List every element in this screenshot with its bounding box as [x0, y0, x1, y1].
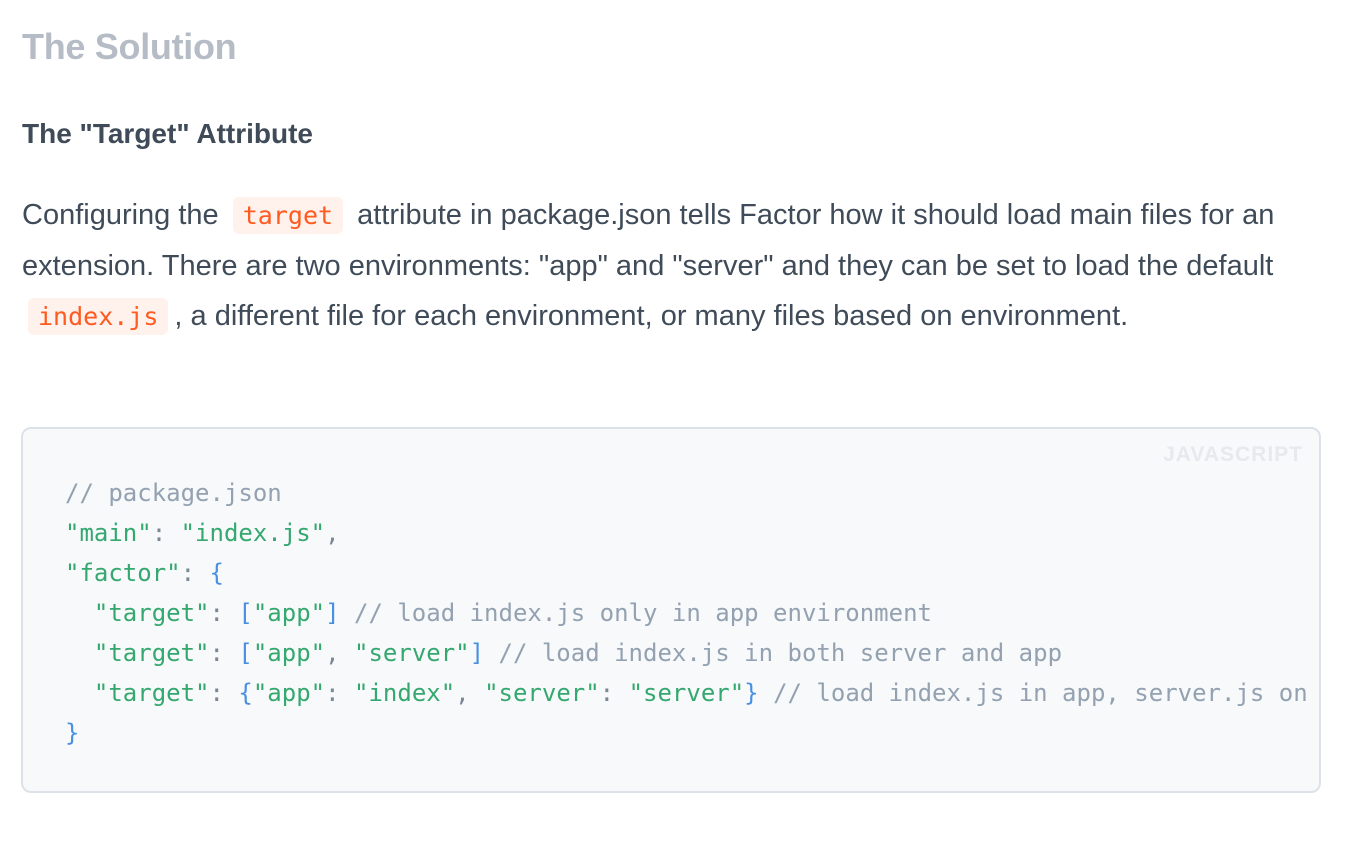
paragraph-text-3: , a different file for each environment,… [174, 300, 1129, 332]
inline-code-target: target [232, 197, 344, 234]
code-line-1: // package.json [65, 479, 282, 507]
code-line-5: "target": ["app", "server"] // load inde… [93, 639, 1063, 667]
code-line-4: "target": ["app"] // load index.js only … [93, 599, 932, 627]
code-line-7: } [65, 719, 80, 747]
description-paragraph: Configuring the target attribute in pack… [22, 190, 1322, 342]
section-title: The Solution [22, 26, 237, 67]
code-line-6: "target": {"app": "index", "server": "se… [93, 679, 1308, 707]
docs-page: The Solution The "Target" Attribute Conf… [0, 0, 1366, 842]
code-line-2: "main": "index.js", [65, 519, 340, 547]
code-content[interactable]: // package.json "main": "index.js", "facto… [65, 473, 1319, 753]
inline-code-index-js: index.js [28, 298, 169, 335]
paragraph-text-1: Configuring the [22, 199, 219, 231]
code-language-label: JAVASCRIPT [1163, 443, 1303, 466]
code-block[interactable]: JAVASCRIPT // package.json "main": "index… [21, 427, 1321, 793]
subsection-title: The "Target" Attribute [22, 118, 313, 149]
code-line-3: "factor": { [65, 559, 224, 587]
